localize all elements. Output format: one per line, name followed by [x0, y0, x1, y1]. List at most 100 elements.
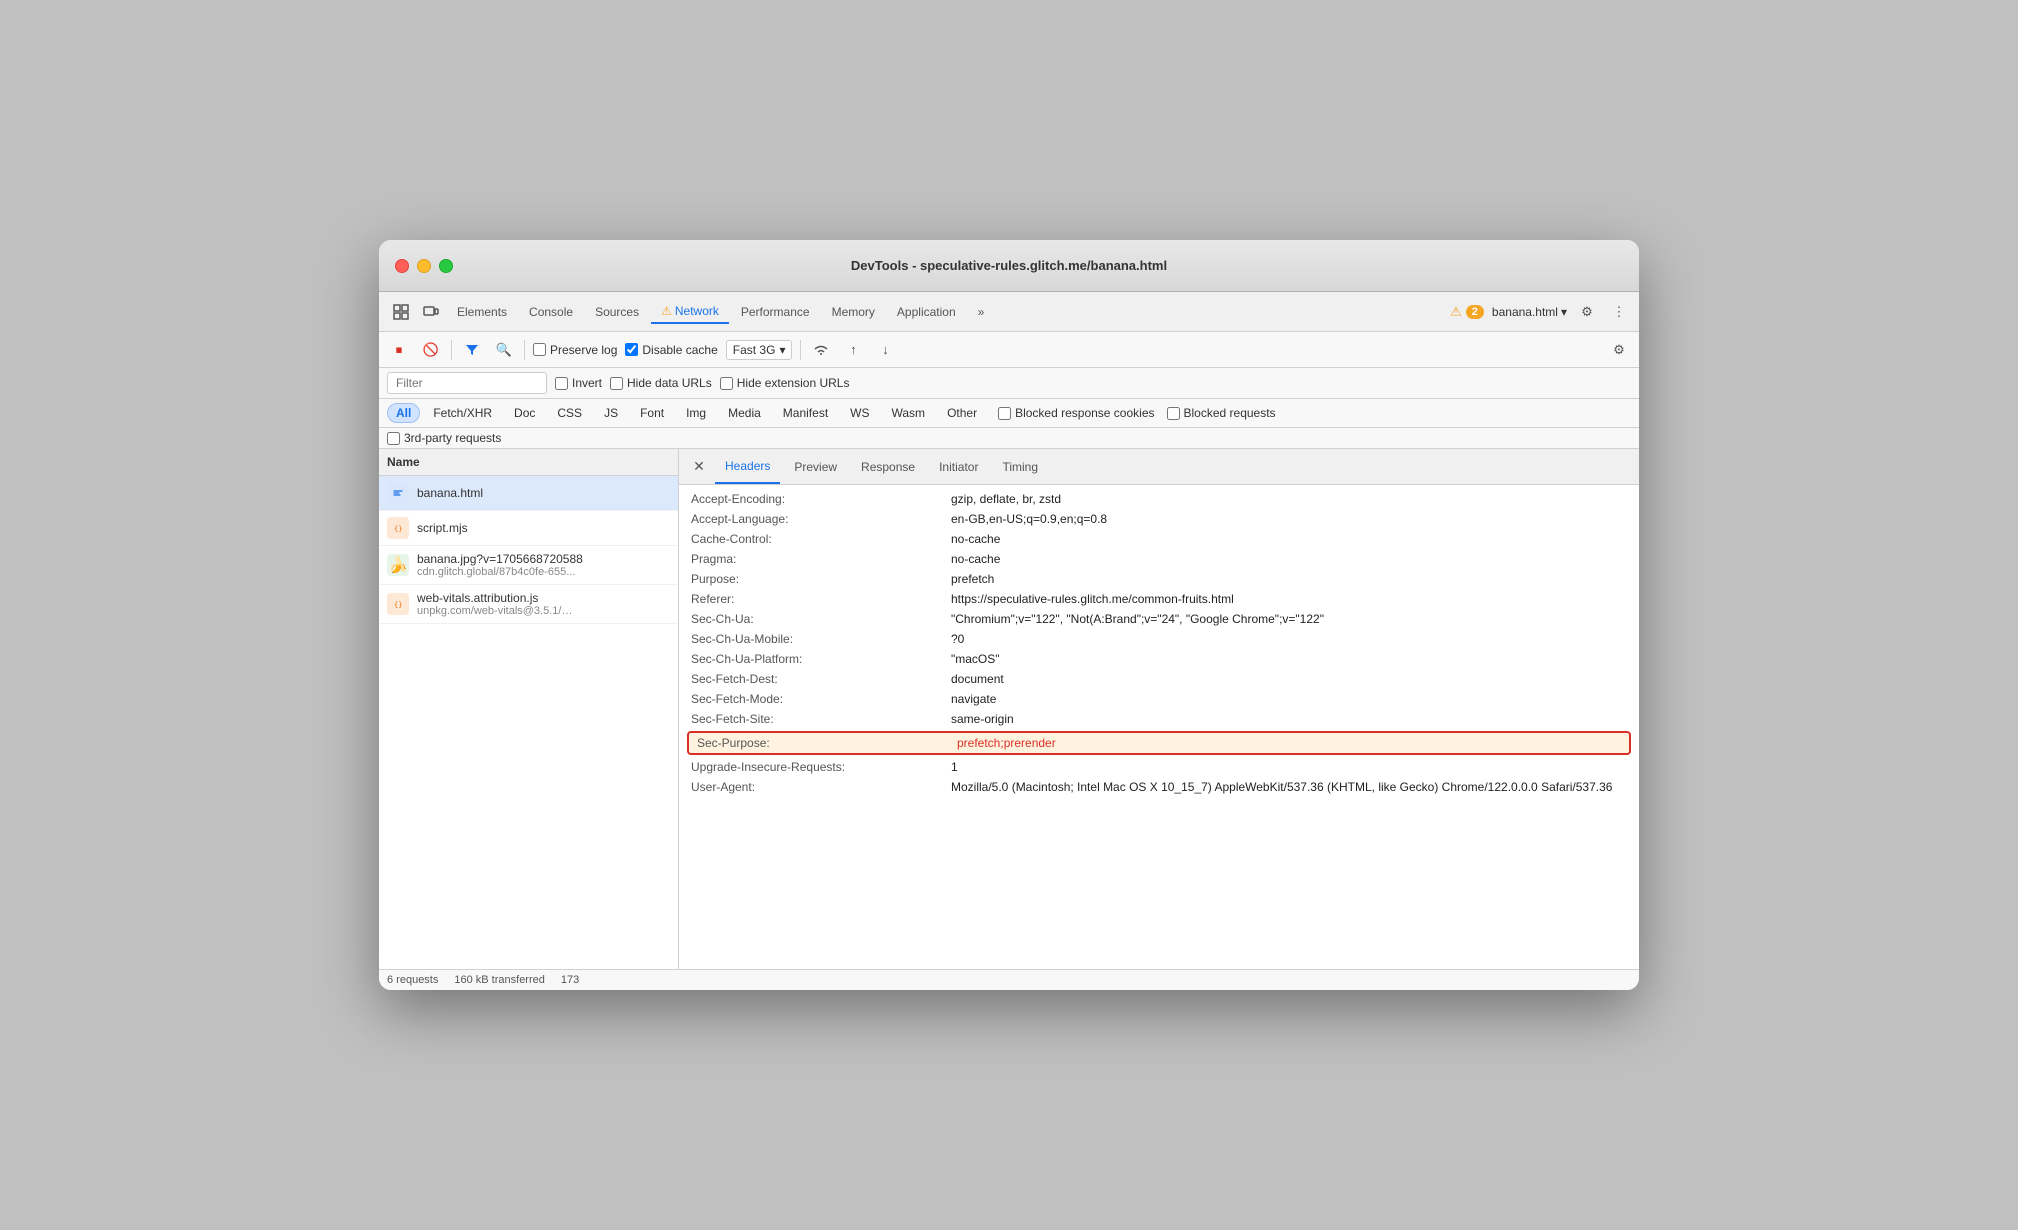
- file-item-script-mjs[interactable]: {} script.mjs: [379, 511, 678, 546]
- hide-extension-urls-checkbox[interactable]: Hide extension URLs: [720, 376, 850, 390]
- traffic-lights: [395, 259, 453, 273]
- header-value-sec-fetch-site: same-origin: [951, 712, 1627, 726]
- header-name-referer: Referer:: [691, 592, 951, 606]
- search-button[interactable]: 🔍: [492, 338, 516, 362]
- header-name-purpose: Purpose:: [691, 572, 951, 586]
- header-value-accept-encoding: gzip, deflate, br, zstd: [951, 492, 1627, 506]
- left-panel: Name banana.html: [379, 449, 679, 969]
- header-referer[interactable]: Referer: https://speculative-rules.glitc…: [679, 589, 1639, 609]
- network-warning-icon: ⚠: [661, 304, 672, 318]
- file-url-banana-jpg: cdn.glitch.global/87b4c0fe-655...: [417, 566, 577, 578]
- device-toggle-icon[interactable]: [417, 298, 445, 326]
- third-party-checkbox[interactable]: 3rd-party requests: [387, 431, 1631, 445]
- filter-img[interactable]: Img: [677, 403, 715, 423]
- svg-text:{}: {}: [394, 525, 402, 533]
- disable-cache-checkbox[interactable]: Disable cache: [625, 343, 717, 357]
- tab-elements[interactable]: Elements: [447, 301, 517, 323]
- filter-other[interactable]: Other: [938, 403, 986, 423]
- tab-memory[interactable]: Memory: [822, 301, 885, 323]
- throttle-chevron-icon: ▾: [779, 343, 785, 357]
- header-cache-control[interactable]: Cache-Control: no-cache: [679, 529, 1639, 549]
- invert-checkbox[interactable]: Invert: [555, 376, 602, 390]
- filter-manifest[interactable]: Manifest: [774, 403, 837, 423]
- clear-button[interactable]: 🚫: [419, 338, 443, 362]
- filter-fetch-xhr[interactable]: Fetch/XHR: [424, 403, 501, 423]
- file-name-web-vitals: web-vitals.attribution.js: [417, 591, 577, 605]
- tab-preview[interactable]: Preview: [784, 449, 847, 484]
- header-sec-purpose[interactable]: Sec-Purpose: prefetch;prerender: [687, 731, 1631, 755]
- cursor-icon[interactable]: [387, 298, 415, 326]
- tab-application[interactable]: Application: [887, 301, 966, 323]
- more-options-icon[interactable]: ⋮: [1607, 300, 1631, 324]
- upload-icon[interactable]: ↑: [841, 338, 865, 362]
- header-sec-ch-ua[interactable]: Sec-Ch-Ua: "Chromium";v="122", "Not(A:Br…: [679, 609, 1639, 629]
- file-info-script-mjs: script.mjs: [417, 521, 468, 535]
- filter-css[interactable]: CSS: [548, 403, 591, 423]
- toolbar-right: ⚙: [1607, 338, 1631, 362]
- tab-headers[interactable]: Headers: [715, 449, 780, 484]
- blocked-response-cookies-checkbox[interactable]: Blocked response cookies: [998, 406, 1154, 420]
- download-icon[interactable]: ↓: [873, 338, 897, 362]
- filter-all[interactable]: All: [387, 403, 420, 423]
- header-value-sec-ch-ua-platform: "macOS": [951, 652, 1627, 666]
- filter-input[interactable]: [387, 372, 547, 394]
- tab-performance[interactable]: Performance: [731, 301, 820, 323]
- warning-indicator[interactable]: ⚠ 2: [1450, 304, 1484, 320]
- close-button[interactable]: [395, 259, 409, 273]
- tab-sources[interactable]: Sources: [585, 301, 649, 323]
- tab-console[interactable]: Console: [519, 301, 583, 323]
- header-sec-fetch-site[interactable]: Sec-Fetch-Site: same-origin: [679, 709, 1639, 729]
- maximize-button[interactable]: [439, 259, 453, 273]
- close-panel-button[interactable]: ✕: [687, 455, 711, 479]
- hide-data-urls-checkbox[interactable]: Hide data URLs: [610, 376, 712, 390]
- separator-1: [451, 340, 452, 360]
- file-info-web-vitals: web-vitals.attribution.js unpkg.com/web-…: [417, 591, 577, 617]
- header-user-agent[interactable]: User-Agent: Mozilla/5.0 (Macintosh; Inte…: [679, 777, 1639, 797]
- file-item-banana-jpg[interactable]: 🍌 banana.jpg?v=1705668720588 cdn.glitch.…: [379, 546, 678, 585]
- title-bar: DevTools - speculative-rules.glitch.me/b…: [379, 240, 1639, 292]
- headers-tab-bar: ✕ Headers Preview Response Initiator Tim…: [679, 449, 1639, 485]
- header-pragma[interactable]: Pragma: no-cache: [679, 549, 1639, 569]
- file-item-web-vitals[interactable]: {} web-vitals.attribution.js unpkg.com/w…: [379, 585, 678, 624]
- settings-icon[interactable]: ⚙: [1575, 300, 1599, 324]
- tab-timing[interactable]: Timing: [992, 449, 1048, 484]
- header-sec-ch-ua-platform[interactable]: Sec-Ch-Ua-Platform: "macOS": [679, 649, 1639, 669]
- filter-wasm[interactable]: Wasm: [883, 403, 935, 423]
- header-sec-fetch-mode[interactable]: Sec-Fetch-Mode: navigate: [679, 689, 1639, 709]
- header-sec-fetch-dest[interactable]: Sec-Fetch-Dest: document: [679, 669, 1639, 689]
- tab-initiator[interactable]: Initiator: [929, 449, 988, 484]
- stop-recording-button[interactable]: ⏹: [387, 338, 411, 362]
- header-name-accept-encoding: Accept-Encoding:: [691, 492, 951, 506]
- wifi-icon[interactable]: [809, 338, 833, 362]
- header-name-sec-ch-ua-platform: Sec-Ch-Ua-Platform:: [691, 652, 951, 666]
- throttle-selector[interactable]: Fast 3G ▾: [726, 340, 793, 360]
- minimize-button[interactable]: [417, 259, 431, 273]
- filter-right-options: Blocked response cookies Blocked request…: [998, 406, 1275, 420]
- filter-js[interactable]: JS: [595, 403, 627, 423]
- filter-button[interactable]: [460, 338, 484, 362]
- header-name-sec-ch-ua: Sec-Ch-Ua:: [691, 612, 951, 626]
- filename-selector[interactable]: banana.html ▾: [1492, 305, 1567, 319]
- tab-network[interactable]: ⚠Network: [651, 300, 729, 324]
- filter-ws[interactable]: WS: [841, 403, 878, 423]
- header-accept-encoding[interactable]: Accept-Encoding: gzip, deflate, br, zstd: [679, 489, 1639, 509]
- header-purpose[interactable]: Purpose: prefetch: [679, 569, 1639, 589]
- filter-media[interactable]: Media: [719, 403, 770, 423]
- filter-font[interactable]: Font: [631, 403, 673, 423]
- tab-response[interactable]: Response: [851, 449, 925, 484]
- main-content: Name banana.html: [379, 449, 1639, 969]
- header-value-sec-fetch-mode: navigate: [951, 692, 1627, 706]
- header-name-sec-purpose: Sec-Purpose:: [697, 736, 957, 750]
- file-item-banana-html[interactable]: banana.html: [379, 476, 678, 511]
- header-name-user-agent: User-Agent:: [691, 780, 951, 794]
- header-sec-ch-ua-mobile[interactable]: Sec-Ch-Ua-Mobile: ?0: [679, 629, 1639, 649]
- blocked-requests-checkbox[interactable]: Blocked requests: [1167, 406, 1276, 420]
- header-upgrade-insecure[interactable]: Upgrade-Insecure-Requests: 1: [679, 757, 1639, 777]
- preserve-log-checkbox[interactable]: Preserve log: [533, 343, 617, 357]
- file-name-script-mjs: script.mjs: [417, 521, 468, 535]
- warning-icon: ⚠: [1450, 304, 1462, 320]
- tab-more[interactable]: »: [968, 301, 995, 323]
- network-settings-icon[interactable]: ⚙: [1607, 338, 1631, 362]
- header-accept-language[interactable]: Accept-Language: en-GB,en-US;q=0.9,en;q=…: [679, 509, 1639, 529]
- filter-doc[interactable]: Doc: [505, 403, 544, 423]
